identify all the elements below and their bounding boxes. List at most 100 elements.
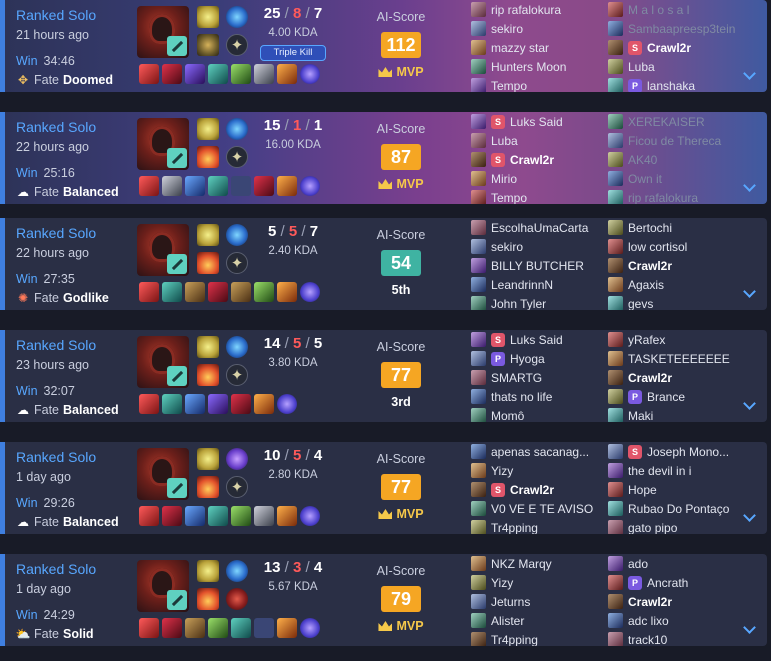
- champion-portrait[interactable]: [137, 6, 189, 58]
- secondary-rune-icon[interactable]: [226, 146, 248, 168]
- flash-spell-icon[interactable]: [197, 6, 219, 28]
- primary-rune-icon[interactable]: [226, 336, 248, 358]
- flash-spell-icon[interactable]: [197, 224, 219, 246]
- item-icon[interactable]: [208, 394, 228, 414]
- ignite-spell-icon[interactable]: [197, 146, 219, 168]
- player-row[interactable]: Maki: [608, 406, 738, 422]
- player-row[interactable]: ado: [608, 554, 738, 573]
- player-row[interactable]: adc lixo: [608, 611, 738, 630]
- item-icon[interactable]: [231, 64, 251, 84]
- player-row[interactable]: Tempo: [471, 76, 601, 92]
- primary-rune-icon[interactable]: [226, 560, 248, 582]
- item-icon[interactable]: [185, 282, 205, 302]
- item-icon[interactable]: [277, 506, 297, 526]
- player-row[interactable]: EscolhaUmaCarta: [471, 218, 601, 237]
- player-row[interactable]: Sambaapreesp3tein: [608, 19, 738, 38]
- player-row[interactable]: SMARTG: [471, 368, 601, 387]
- player-row[interactable]: Rubao Do Pontaço: [608, 499, 738, 518]
- item-icon[interactable]: [139, 618, 159, 638]
- item-icon[interactable]: [208, 618, 228, 638]
- ward-icon[interactable]: [300, 618, 320, 638]
- player-row[interactable]: Tr4pping: [471, 518, 601, 534]
- player-row[interactable]: P Ancrath: [608, 573, 738, 592]
- item-icon[interactable]: [254, 176, 274, 196]
- item-icon[interactable]: [139, 506, 159, 526]
- item-icon[interactable]: [185, 176, 205, 196]
- flash-spell-icon[interactable]: [197, 448, 219, 470]
- item-icon[interactable]: [162, 282, 182, 302]
- player-row-self[interactable]: Crawl2r: [608, 256, 738, 275]
- champion-portrait[interactable]: [137, 560, 189, 612]
- player-row[interactable]: Agaxis: [608, 275, 738, 294]
- player-row[interactable]: Planshaka: [608, 76, 738, 92]
- ward-icon[interactable]: [300, 506, 320, 526]
- match-card[interactable]: Ranked Solo 22 hours ago Win 25:16 ☁ Fate B…: [0, 112, 767, 204]
- primary-rune-icon[interactable]: [226, 118, 248, 140]
- champion-portrait[interactable]: [137, 336, 189, 388]
- player-row[interactable]: Tempo: [471, 188, 601, 204]
- player-row[interactable]: S Luks Said: [471, 112, 601, 131]
- ward-icon[interactable]: [300, 176, 320, 196]
- ignite-spell-icon[interactable]: [197, 476, 219, 498]
- item-icon[interactable]: [162, 64, 182, 84]
- expand-chevron-icon[interactable]: [743, 622, 757, 636]
- player-row[interactable]: Momô: [471, 406, 601, 422]
- player-row[interactable]: Tr4pping: [471, 630, 601, 646]
- player-row-self[interactable]: Crawl2r: [608, 592, 738, 611]
- player-row[interactable]: gevs: [608, 294, 738, 310]
- player-row[interactable]: rip rafalokura: [608, 188, 738, 204]
- player-row[interactable]: Ficou de Thereca: [608, 131, 738, 150]
- secondary-rune-icon[interactable]: [226, 476, 248, 498]
- match-card[interactable]: Ranked Solo 21 hours ago Win 34:46 ✥ Fate D…: [0, 0, 767, 92]
- expand-chevron-icon[interactable]: [743, 180, 757, 194]
- player-row-self[interactable]: S Crawl2r: [471, 480, 601, 499]
- expand-chevron-icon[interactable]: [743, 286, 757, 300]
- player-row[interactable]: Hope: [608, 480, 738, 499]
- player-row[interactable]: XEREKAISER: [608, 112, 738, 131]
- ward-icon[interactable]: [277, 394, 297, 414]
- secondary-rune-icon[interactable]: [226, 364, 248, 386]
- item-icon[interactable]: [185, 64, 205, 84]
- secondary-rune-icon[interactable]: [226, 588, 248, 610]
- player-row[interactable]: P Hyoga: [471, 349, 601, 368]
- player-row[interactable]: M a l o s a l: [608, 0, 738, 19]
- flash-spell-icon[interactable]: [197, 118, 219, 140]
- flash-spell-icon[interactable]: [197, 336, 219, 358]
- ignite-spell-icon[interactable]: [197, 588, 219, 610]
- item-icon[interactable]: [277, 176, 297, 196]
- item-icon[interactable]: [208, 64, 228, 84]
- player-row[interactable]: NKZ Marqy: [471, 554, 601, 573]
- item-icon[interactable]: [185, 506, 205, 526]
- player-row[interactable]: S Joseph Mono...: [608, 442, 738, 461]
- champion-portrait[interactable]: [137, 118, 189, 170]
- item-icon[interactable]: [162, 618, 182, 638]
- ward-icon[interactable]: [300, 64, 320, 84]
- item-icon[interactable]: [231, 506, 251, 526]
- match-card[interactable]: Ranked Solo 1 day ago Win 24:29 ⛅ Fate Soli…: [0, 554, 767, 646]
- player-row[interactable]: Luba: [608, 57, 738, 76]
- expand-chevron-icon[interactable]: [743, 398, 757, 412]
- item-icon[interactable]: [208, 176, 228, 196]
- ward-icon[interactable]: [300, 282, 320, 302]
- flash-spell-icon[interactable]: [197, 560, 219, 582]
- exhaust-spell-icon[interactable]: [197, 34, 219, 56]
- expand-chevron-icon[interactable]: [743, 68, 757, 82]
- item-icon[interactable]: [139, 394, 159, 414]
- player-row[interactable]: track10: [608, 630, 738, 646]
- player-row[interactable]: rip rafalokura: [471, 0, 601, 19]
- player-row[interactable]: Jeturns: [471, 592, 601, 611]
- item-icon[interactable]: [277, 618, 297, 638]
- secondary-rune-icon[interactable]: [226, 252, 248, 274]
- player-row[interactable]: P Brance: [608, 387, 738, 406]
- player-row-self[interactable]: Crawl2r: [608, 368, 738, 387]
- item-icon[interactable]: [231, 282, 251, 302]
- player-row[interactable]: Bertochi: [608, 218, 738, 237]
- champion-portrait[interactable]: [137, 448, 189, 500]
- player-row-self[interactable]: S Crawl2r: [608, 38, 738, 57]
- player-row[interactable]: Yizy: [471, 461, 601, 480]
- ignite-spell-icon[interactable]: [197, 252, 219, 274]
- item-icon[interactable]: [162, 394, 182, 414]
- item-icon[interactable]: [277, 64, 297, 84]
- item-icon[interactable]: [139, 282, 159, 302]
- player-row[interactable]: LeandrinnN: [471, 275, 601, 294]
